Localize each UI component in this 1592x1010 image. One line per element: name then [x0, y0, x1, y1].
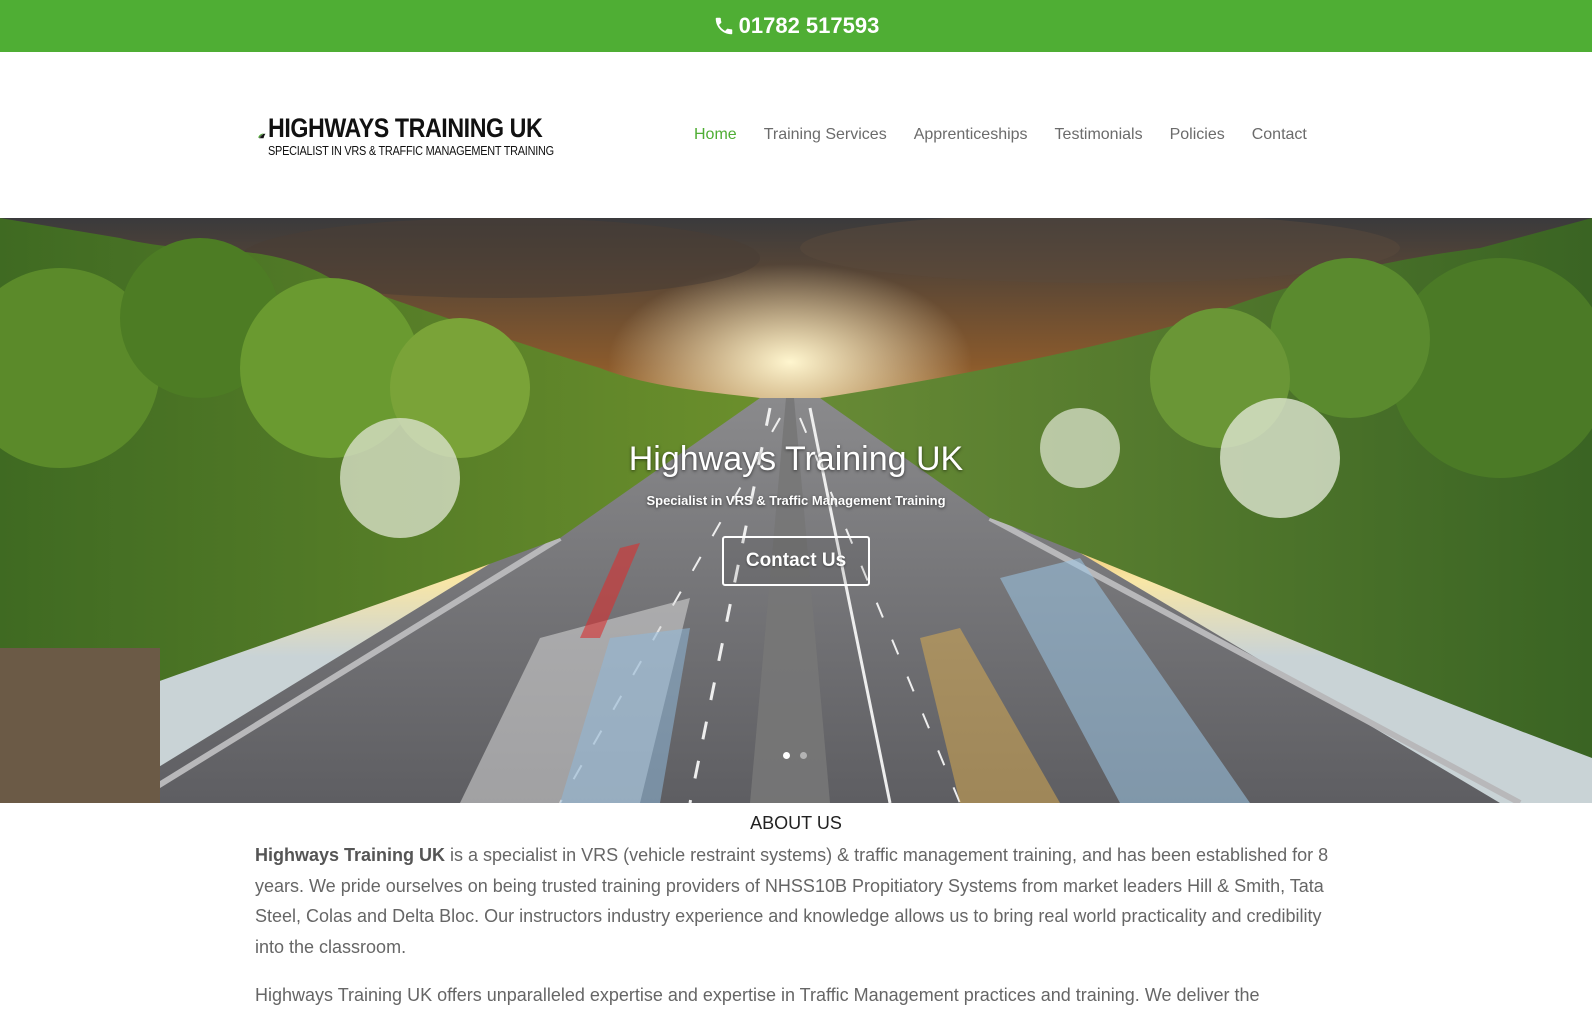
- logo-title: HIGHWAYS TRAINING UK: [267, 113, 543, 143]
- nav-item-home[interactable]: Home: [694, 126, 737, 144]
- slider-dot-2[interactable]: [800, 752, 807, 759]
- phone-link[interactable]: 01782 517593: [713, 13, 880, 39]
- nav-item-training-services[interactable]: Training Services: [764, 126, 887, 144]
- nav-item-apprenticeships[interactable]: Apprenticeships: [914, 126, 1028, 144]
- phone-icon: [715, 17, 732, 35]
- site-logo[interactable]: HIGHWAYS TRAINING UK SPECIALIST IN VRS &…: [258, 106, 608, 166]
- contact-us-button[interactable]: Contact Us: [722, 536, 870, 586]
- nav-item-policies[interactable]: Policies: [1170, 126, 1225, 144]
- main-nav: Home Training Services Apprenticeships T…: [694, 126, 1307, 144]
- about-paragraph-2: Highways Training UK offers unparalleled…: [255, 985, 1260, 1005]
- logo-text: HIGHWAYS TRAINING UK SPECIALIST IN VRS &…: [267, 113, 608, 158]
- about-heading: ABOUT US: [750, 813, 842, 833]
- hero-subtitle: Specialist in VRS & Traffic Management T…: [646, 493, 946, 508]
- nav-item-contact[interactable]: Contact: [1252, 126, 1307, 144]
- site-header: HIGHWAYS TRAINING UK SPECIALIST IN VRS &…: [0, 52, 1592, 218]
- slider-dot-1[interactable]: [783, 752, 790, 759]
- slider-pagination: [783, 752, 807, 759]
- hero-slider: Highways Training UK Specialist in VRS &…: [0, 218, 1592, 803]
- phone-number[interactable]: 01782 517593: [739, 13, 880, 39]
- logo-subtitle: SPECIALIST IN VRS & TRAFFIC MANAGEMENT T…: [267, 143, 554, 158]
- about-company-name: Highways Training UK: [255, 845, 446, 865]
- road-logo-icon: [258, 133, 266, 139]
- top-contact-bar: 01782 517593: [0, 0, 1592, 52]
- hero-caption: Highways Training UK Specialist in VRS &…: [0, 218, 1592, 803]
- about-paragraph-1: Highways Training UK is a specialist in …: [255, 840, 1335, 962]
- nav-item-testimonials[interactable]: Testimonials: [1055, 126, 1143, 144]
- hero-title: Highways Training UK: [628, 440, 964, 478]
